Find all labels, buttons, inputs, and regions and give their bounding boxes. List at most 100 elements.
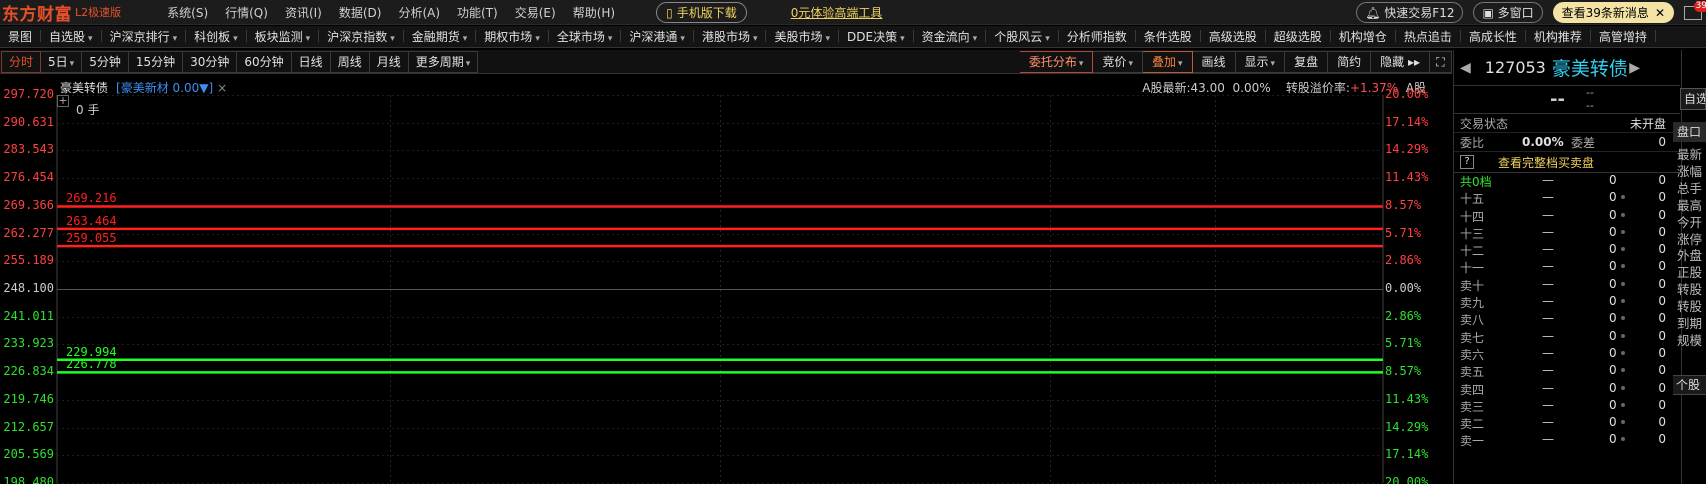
orderbook-row[interactable]: 卖九 — 0 0 [1454,294,1680,311]
mobile-download-button[interactable]: ▯ 手机版下载 [656,1,747,23]
next-stock-icon[interactable]: ▶ [1629,60,1640,76]
nav-item-15[interactable]: 分析师指数 [1059,28,1136,45]
chevron-down-icon: ▾ [465,58,471,69]
news-notice-button[interactable]: 查看39条新消息 ✕ [1552,2,1674,23]
chevron-down-icon: ▾ [535,34,540,44]
menu-analysis[interactable]: 分析(A) [398,4,440,21]
period-tab-5[interactable]: 60分钟 [237,50,292,73]
nav-item-label: 超级选股 [1273,30,1322,44]
level-label: 259.055 [66,231,117,246]
orderbook-row[interactable]: 卖三 — 0 0 [1454,398,1680,415]
close-icon[interactable]: × [217,81,227,95]
nav-item-0[interactable]: 景图 [0,28,42,45]
help-icon[interactable]: ? [1460,155,1474,169]
orderbook-row[interactable]: 卖十 — 0 0 [1454,277,1680,294]
period-tab-7[interactable]: 周线 [330,50,370,73]
period-tab-0[interactable]: 分时 [1,50,42,73]
orderbook-row[interactable]: 卖七 — 0 0 [1454,329,1680,346]
display-button[interactable]: 显示 ▾ [1235,51,1286,73]
nav-item-23[interactable]: 高管增持 [1591,28,1656,45]
overlay-button[interactable]: 叠加 ▾ [1142,51,1193,73]
right-tools: 🔔︎ 快速交易F12 ▣ 多窗口 查看39条新消息 ✕ 39 [1356,0,1706,23]
orderbook-row[interactable]: 卖八 — 0 0 [1454,311,1680,328]
pct-tick-label: 8.57% [1385,197,1422,212]
menu-data[interactable]: 数据(D) [339,4,382,21]
nav-item-10[interactable]: 港股市场 ▾ [694,28,767,45]
orderbook-row[interactable]: 卖四 — 0 0 [1454,381,1680,398]
nav-item-label: 金融期货 [411,30,460,44]
nav-item-12[interactable]: DDE决策 ▾ [839,28,914,45]
watchlist-add-button[interactable]: 自选 [1680,88,1706,110]
nav-item-17[interactable]: 高级选股 [1201,28,1266,45]
period-tab-2[interactable]: 5分钟 [82,50,129,73]
compact-button[interactable]: 简约 [1328,51,1372,73]
nav-item-4[interactable]: 板块监测 ▾ [247,28,320,45]
menu-function[interactable]: 功能(T) [457,4,498,21]
order-distribution-button[interactable]: 委托分布 ▾ [1019,51,1094,73]
nav-item-6[interactable]: 金融期货 ▾ [404,28,477,45]
nav-item-19[interactable]: 机构增仓 [1331,28,1396,45]
period-tab-3[interactable]: 15分钟 [128,50,184,73]
menu-trade[interactable]: 交易(E) [515,4,556,21]
nav-item-11[interactable]: 美股市场 ▾ [766,28,839,45]
mail-icon[interactable]: 39 [1684,0,1706,20]
full-book-button[interactable]: ? 查看完整档买卖盘 [1454,152,1680,173]
experience-link[interactable]: 0元体验高端工具 [791,4,883,21]
nav-item-21[interactable]: 高成长性 [1461,28,1526,45]
bidding-button[interactable]: 竞价 ▾ [1093,51,1143,73]
hide-button[interactable]: 隐藏 ▸▸ [1371,51,1430,73]
period-tab-8[interactable]: 月线 [369,50,409,73]
quick-trade-button[interactable]: 🔔︎ 快速交易F12 [1356,2,1464,23]
level-label: 269.216 [66,191,117,206]
draw-line-button[interactable]: 画线 [1192,51,1236,73]
overlay-tag[interactable]: [豪美新材 0.00▼] [116,79,213,96]
tab-orderbook[interactable]: 盘口 [1673,122,1706,142]
nav-item-14[interactable]: 个股风云 ▾ [986,28,1059,45]
nav-item-2[interactable]: 沪深京排行 ▾ [102,28,187,45]
period-tab-1[interactable]: 5日 ▾ [41,50,83,73]
orderbook-row[interactable]: 卖一 — 0 0 [1454,432,1680,449]
nav-item-1[interactable]: 自选股 ▾ [41,28,102,45]
nav-item-18[interactable]: 超级选股 [1266,28,1331,45]
nav-item-13[interactable]: 资金流向 ▾ [914,28,987,45]
period-tab-9[interactable]: 更多周期 ▾ [408,50,479,73]
menu-news[interactable]: 资讯(I) [285,4,322,21]
menu-quotes[interactable]: 行情(Q) [225,4,268,21]
close-icon[interactable]: ✕ [1655,6,1665,20]
nav-item-7[interactable]: 期权市场 ▾ [476,28,549,45]
orderbook-row[interactable]: 十五 — 0 0 [1454,190,1680,207]
nav-item-9[interactable]: 沪深港通 ▾ [621,28,694,45]
period-tab-6[interactable]: 日线 [291,50,331,73]
nav-item-3[interactable]: 科创板 ▾ [186,28,247,45]
nav-item-label: 条件选股 [1143,30,1192,44]
nav-item-22[interactable]: 机构推荐 [1526,28,1591,45]
orderbook-row[interactable]: 卖五 — 0 0 [1454,363,1680,380]
chevron-down-icon: ▾ [462,34,468,44]
orderbook-row[interactable]: 十三 — 0 0 [1454,225,1680,242]
orderbook-price: — [1542,328,1554,343]
intraday-chart[interactable]: 豪美转债 [豪美新材 0.00▼] × A股最新:43.00 0.00% 转股溢… [0,75,1452,484]
orderbook-row[interactable]: 卖六 — 0 0 [1454,346,1680,363]
nav-item-16[interactable]: 条件选股 [1136,28,1201,45]
price-tick-label: 226.834 [3,364,54,379]
nav-item-20[interactable]: 热点追击 [1396,28,1461,45]
nav-item-5[interactable]: 沪深京指数 ▾ [319,28,404,45]
menu-help[interactable]: 帮助(H) [573,4,615,21]
multi-window-button[interactable]: ▣ 多窗口 [1473,2,1543,23]
tab-stock[interactable]: 个股 [1673,375,1706,395]
expand-icon[interactable]: ⛶ [1430,51,1452,73]
menu-system[interactable]: 系统(S) [167,4,208,21]
orderbook-row[interactable]: 十二 — 0 0 [1454,242,1680,259]
chevron-down-icon: ▾ [88,34,93,44]
orderbook-row[interactable]: 卖二 — 0 0 [1454,415,1680,432]
period-tab-4[interactable]: 30分钟 [183,50,238,73]
orderbook-row[interactable]: 十一 — 0 0 [1454,259,1680,276]
plus-icon[interactable]: + [57,95,69,107]
prev-stock-icon[interactable]: ◀ [1460,60,1471,76]
price-tick-label: 269.366 [3,197,54,212]
orderbook-price: — [1542,294,1554,309]
orderbook-row[interactable]: 十四 — 0 0 [1454,208,1680,225]
pct-tick-label: 8.57% [1385,364,1422,379]
nav-item-8[interactable]: 全球市场 ▾ [549,28,622,45]
replay-button[interactable]: 复盘 [1285,51,1329,73]
